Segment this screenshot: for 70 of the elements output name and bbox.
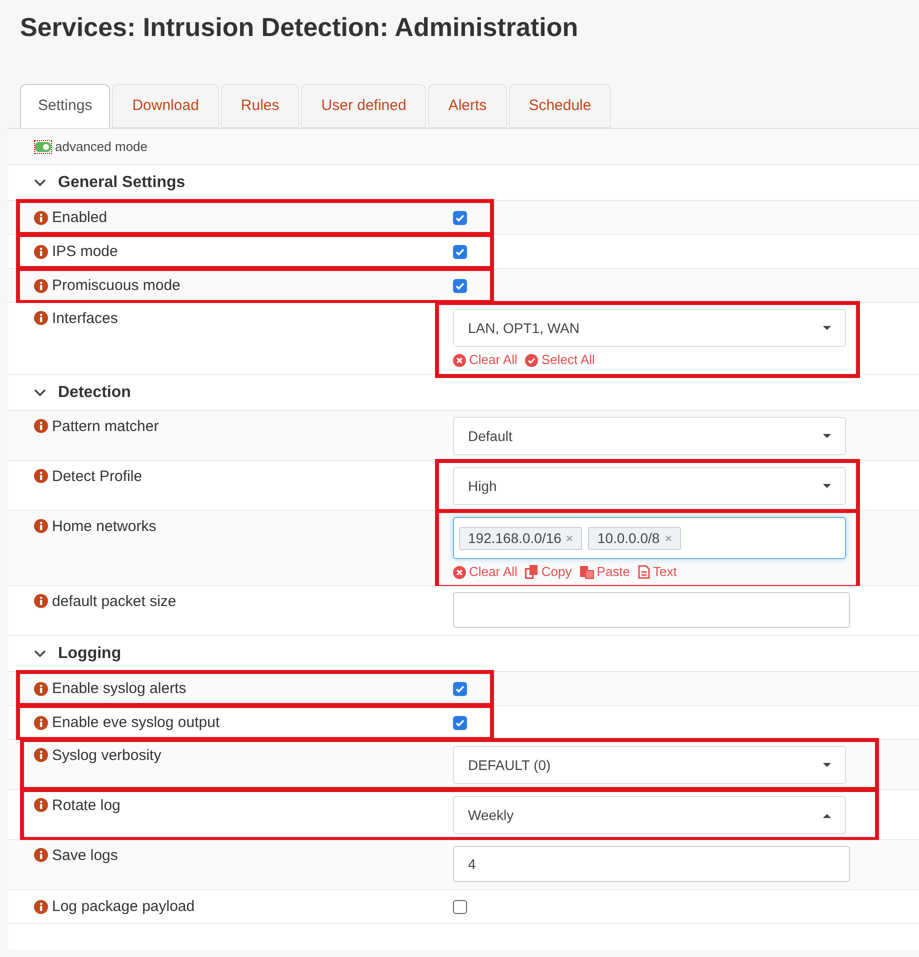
info-icon[interactable] (34, 469, 48, 483)
dropdown[interactable]: Default (453, 417, 846, 455)
tab[interactable]: Download (112, 84, 219, 128)
field-label: Save logs (52, 848, 118, 864)
tab[interactable]: User defined (301, 84, 426, 128)
paste-icon (580, 565, 594, 579)
field-label: Promiscuous mode (52, 278, 180, 294)
info-icon[interactable] (34, 798, 48, 812)
field-label: default packet size (52, 594, 176, 610)
section-heading: Logging (58, 644, 122, 664)
tag: 10.0.0.0/8 (588, 526, 681, 550)
info-icon[interactable] (34, 210, 48, 224)
toggle-label: advanced mode (55, 138, 148, 156)
clear-icon (453, 354, 466, 366)
checkbox[interactable] (453, 900, 467, 914)
link[interactable]: Clear All (453, 562, 518, 582)
checkbox[interactable] (453, 210, 467, 224)
checkbox[interactable] (453, 682, 467, 696)
link[interactable]: Text (638, 562, 677, 582)
chevron-down-icon[interactable] (34, 178, 46, 186)
info-icon[interactable] (34, 278, 48, 292)
info-icon[interactable] (34, 748, 48, 762)
field-label: Detect Profile (52, 469, 142, 485)
field-label: Syslog verbosity (52, 748, 162, 764)
field-label: Log package payload (52, 898, 195, 914)
info-icon[interactable] (34, 900, 48, 914)
text-field[interactable] (453, 592, 850, 628)
dropdown[interactable]: DEFAULT (0) (453, 746, 846, 784)
check-icon (525, 354, 538, 366)
tab[interactable]: Schedule (508, 84, 612, 128)
toggle-switch[interactable] (34, 140, 52, 154)
link[interactable]: Clear All (453, 350, 518, 370)
text-field[interactable]: 4 (453, 846, 850, 882)
checkbox[interactable] (453, 278, 467, 292)
field-label: Rotate log (52, 798, 120, 814)
field-label: Home networks (52, 519, 156, 535)
page-title: Services: Intrusion Detection: Administration (20, 11, 578, 44)
info-icon[interactable] (34, 311, 48, 325)
tab[interactable]: Alerts (428, 84, 507, 128)
link[interactable]: Copy (525, 562, 572, 582)
link[interactable]: Paste (580, 562, 630, 582)
chevron-down-icon[interactable] (34, 650, 46, 658)
section-heading: General Settings (58, 172, 186, 192)
info-icon[interactable] (34, 519, 48, 533)
document-icon (638, 565, 650, 579)
dropdown[interactable]: High (453, 467, 846, 505)
tab[interactable]: Rules (220, 84, 300, 128)
info-icon[interactable] (34, 848, 48, 862)
info-icon[interactable] (34, 716, 48, 730)
field-label: Enable eve syslog output (52, 714, 220, 730)
chevron-down-icon[interactable] (34, 388, 46, 396)
field-label: Enable syslog alerts (52, 680, 186, 696)
section-heading: Detection (58, 382, 131, 402)
tab[interactable]: Settings (20, 84, 110, 128)
field-label: IPS mode (52, 244, 118, 260)
field-label: Pattern matcher (52, 419, 159, 435)
copy-icon (525, 565, 538, 579)
clear-icon (453, 566, 466, 578)
dropdown[interactable]: Weekly (453, 796, 846, 834)
field-label: Interfaces (52, 311, 118, 327)
dropdown[interactable]: LAN, OPT1, WAN (453, 309, 846, 347)
field-label: Enabled (52, 210, 108, 226)
info-icon[interactable] (34, 419, 48, 433)
info-icon[interactable] (34, 682, 48, 696)
checkbox[interactable] (453, 716, 467, 730)
checkbox[interactable] (453, 244, 467, 258)
info-icon[interactable] (34, 594, 48, 608)
info-icon[interactable] (34, 244, 48, 258)
link[interactable]: Select All (525, 350, 595, 370)
tag: 192.168.0.0/16 (459, 526, 582, 550)
